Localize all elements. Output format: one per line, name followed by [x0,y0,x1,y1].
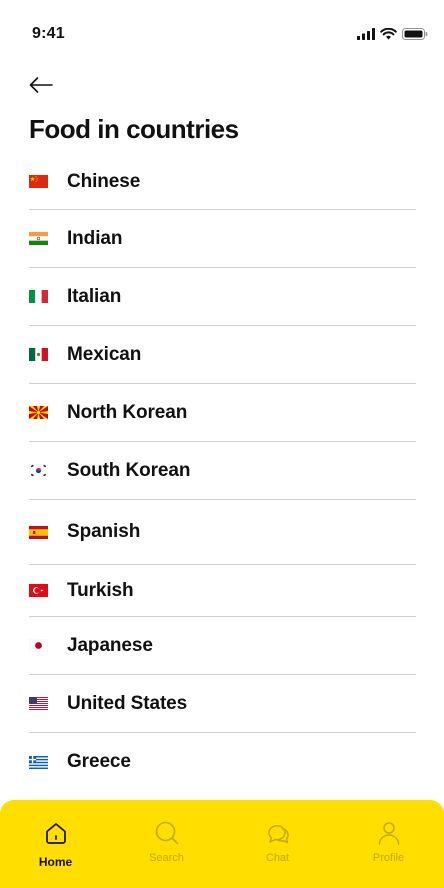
signal-icon [357,27,375,45]
tab-profile[interactable]: Profile [333,800,444,888]
country-name: Greece [67,751,131,772]
status-time: 9:41 [32,25,65,42]
country-row-united-states[interactable]: United States [29,675,416,733]
country-name: Italian [67,285,122,307]
country-name: South Korean [67,459,191,481]
north-macedonia-flag-icon [29,406,48,419]
tab-label: Chat [265,852,290,864]
page-title: Food in countries [29,114,239,144]
tab-search[interactable]: Search [111,800,222,888]
country-list: Chinese Indian Italian Mexican North Kor… [29,154,416,791]
arrow-left-icon [28,76,54,99]
country-name: United States [67,692,188,714]
italy-flag-icon [29,290,48,303]
country-name: North Korean [67,401,188,423]
home-icon [42,818,70,848]
country-name: Chinese [67,170,141,192]
tab-label: Home [38,855,73,869]
country-row-south-korean[interactable]: South Korean [29,442,416,500]
tab-label: Profile [372,852,405,864]
tab-bar: Home Search Chat Profile [0,800,444,888]
country-row-chinese[interactable]: Chinese [29,154,416,210]
wifi-icon [380,27,397,45]
china-flag-icon [29,175,48,188]
status-bar: 9:41 [0,0,444,64]
tab-label: Search [149,852,184,864]
country-row-italian[interactable]: Italian [29,268,416,326]
mexico-flag-icon [29,348,48,361]
tab-chat[interactable]: Chat [222,800,333,888]
country-row-greece[interactable]: Greece [29,733,416,791]
tab-home[interactable]: Home [0,800,111,888]
india-flag-icon [29,232,48,245]
country-row-turkish[interactable]: Turkish [29,565,416,617]
country-name: Turkish [67,579,134,601]
battery-icon [402,27,428,45]
search-icon [153,818,181,848]
greece-flag-icon [29,755,48,769]
japan-flag-icon [29,639,48,652]
country-name: Mexican [67,343,142,365]
country-row-spanish[interactable]: Spanish [29,500,416,565]
usa-flag-icon [29,697,48,710]
country-row-indian[interactable]: Indian [29,210,416,268]
chat-icon [264,818,292,848]
status-icons [357,27,428,45]
back-button[interactable] [28,74,58,100]
country-name: Indian [67,227,123,249]
spain-flag-icon [29,525,48,539]
country-row-mexican[interactable]: Mexican [29,326,416,384]
country-row-japanese[interactable]: Japanese [29,617,416,675]
profile-icon [375,818,403,848]
country-name: Spanish [67,521,141,542]
country-name: Japanese [67,634,153,656]
south-korea-flag-icon [29,464,48,477]
turkey-flag-icon [29,584,48,597]
country-row-north-korean[interactable]: North Korean [29,384,416,442]
